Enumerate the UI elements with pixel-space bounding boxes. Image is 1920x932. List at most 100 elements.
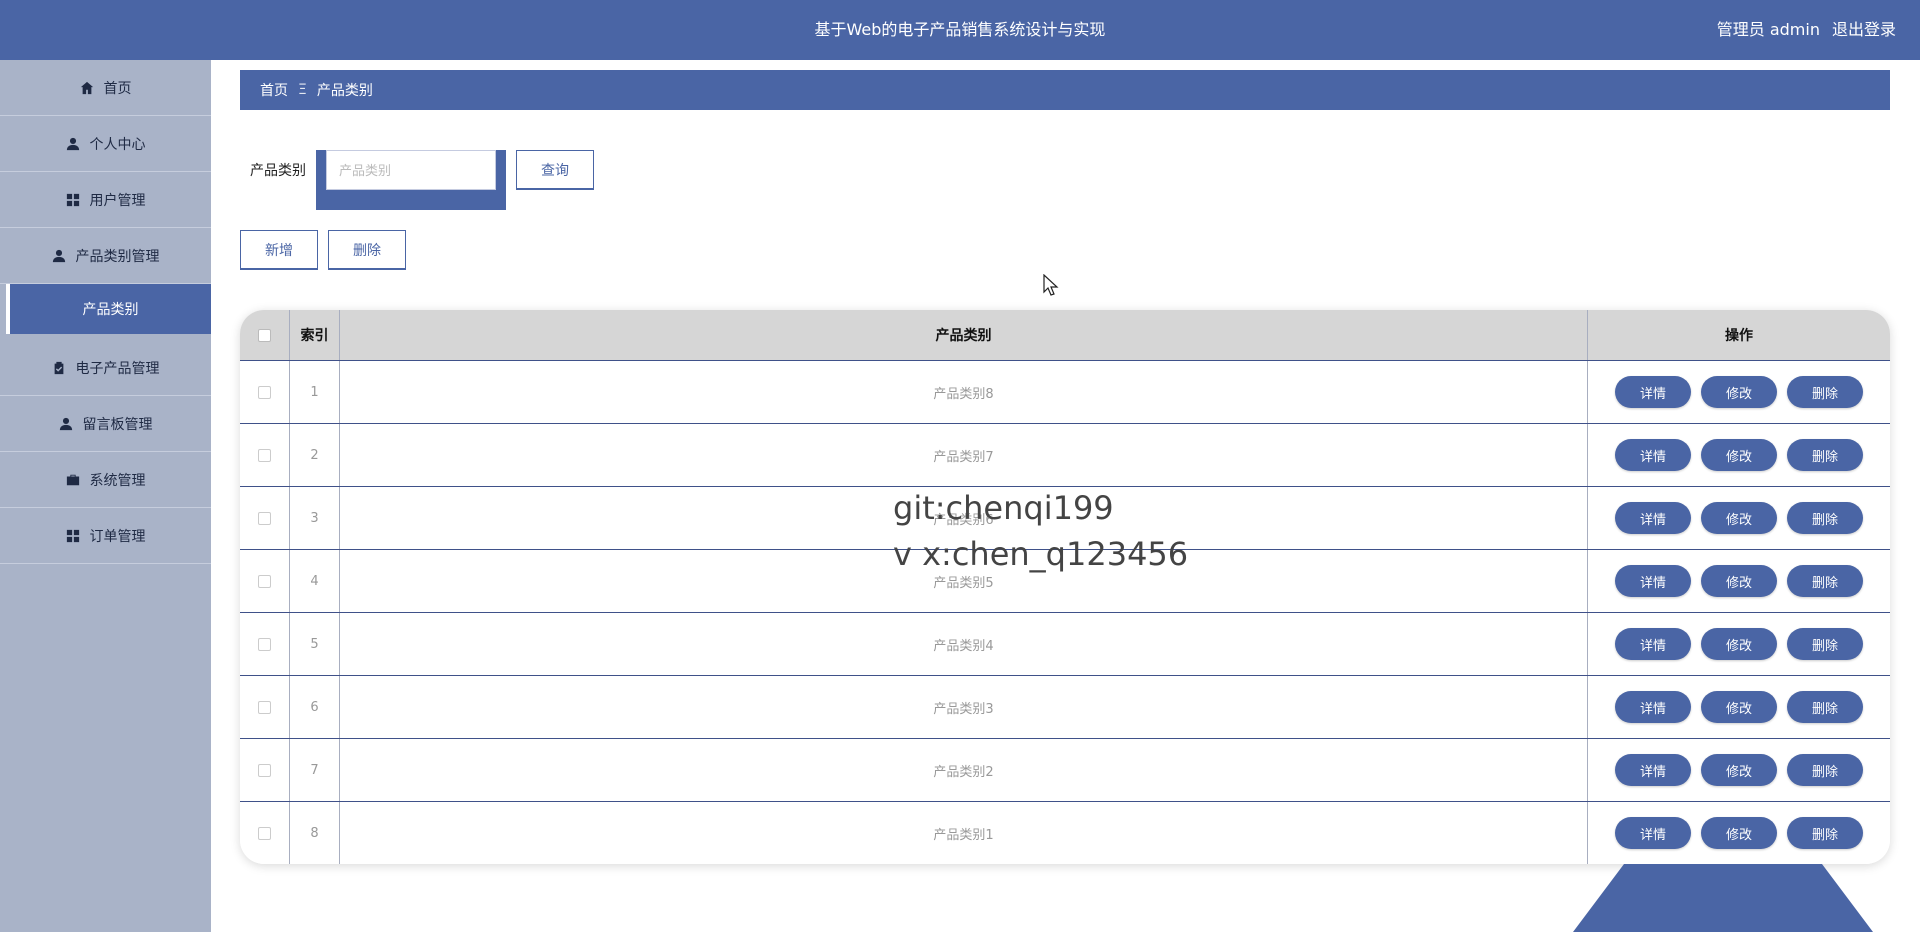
row-category-name: 产品类别8 — [340, 361, 1588, 423]
category-table: 索引 产品类别 操作 1 产品类别8 详情 修改 删除 2 产品类别7 详情 修改 删除 3 产品类别… — [240, 310, 1890, 864]
sidebar-item-messages[interactable]: 留言板管理 — [0, 396, 211, 452]
logout-link[interactable]: 退出登录 — [1832, 0, 1896, 60]
sidebar: 首页 个人中心 用户管理 产品类别管理 产品类别 电子产品管理 留言板管理 系统… — [0, 60, 211, 932]
row-index: 4 — [290, 550, 340, 612]
row-actions: 详情 修改 删除 — [1588, 676, 1890, 738]
detail-button[interactable]: 详情 — [1615, 628, 1691, 660]
sidebar-subitem-category[interactable]: 产品类别 — [6, 284, 211, 334]
row-checkbox[interactable] — [258, 700, 271, 714]
row-category-name: 产品类别1 — [340, 802, 1588, 864]
sidebar-item-label: 首页 — [103, 80, 132, 97]
breadcrumb-home[interactable]: 首页 — [260, 80, 288, 100]
row-actions: 详情 修改 删除 — [1588, 739, 1890, 801]
sidebar-item-products[interactable]: 电子产品管理 — [0, 340, 211, 396]
sidebar-item-label: 产品类别 — [82, 302, 139, 318]
top-header: 基于Web的电子产品销售系统设计与实现 管理员 admin 退出登录 — [0, 0, 1920, 60]
sidebar-item-category-manage[interactable]: 产品类别管理 — [0, 228, 211, 284]
row-check-cell — [240, 676, 290, 738]
row-index: 6 — [290, 676, 340, 738]
delete-button[interactable]: 删除 — [1787, 502, 1863, 534]
edit-button[interactable]: 修改 — [1701, 628, 1777, 660]
row-checkbox[interactable] — [258, 637, 271, 651]
row-index: 8 — [290, 802, 340, 864]
row-check-cell — [240, 613, 290, 675]
breadcrumb-current: 产品类别 — [316, 83, 373, 99]
clipboard-icon — [54, 361, 63, 374]
briefcase-icon — [66, 474, 79, 485]
table-row: 8 产品类别1 详情 修改 删除 — [240, 801, 1890, 864]
row-category-name: 产品类别7 — [340, 424, 1588, 486]
delete-button[interactable]: 删除 — [1787, 376, 1863, 408]
table-row: 1 产品类别8 详情 修改 删除 — [240, 360, 1890, 423]
row-checkbox[interactable] — [258, 574, 271, 588]
grid-icon — [66, 529, 79, 542]
delete-button[interactable]: 删除 — [1787, 754, 1863, 786]
delete-button[interactable]: 删除 — [1787, 439, 1863, 471]
row-checkbox[interactable] — [258, 385, 271, 399]
sidebar-item-label: 电子产品管理 — [75, 360, 160, 377]
user-icon — [66, 137, 79, 150]
row-category-name: 产品类别2 — [340, 739, 1588, 801]
delete-button[interactable]: 删除 — [1787, 628, 1863, 660]
table-row: 6 产品类别3 详情 修改 删除 — [240, 675, 1890, 738]
row-check-cell — [240, 550, 290, 612]
detail-button[interactable]: 详情 — [1615, 502, 1691, 534]
row-checkbox[interactable] — [258, 763, 271, 777]
detail-button[interactable]: 详情 — [1615, 565, 1691, 597]
row-index: 7 — [290, 739, 340, 801]
row-category-name: 产品类别5 — [340, 550, 1588, 612]
home-icon — [80, 81, 93, 94]
sidebar-item-label: 用户管理 — [89, 192, 146, 209]
table-header: 索引 产品类别 操作 — [240, 310, 1890, 360]
detail-button[interactable]: 详情 — [1615, 817, 1691, 849]
row-check-cell — [240, 487, 290, 549]
table-row: 5 产品类别4 详情 修改 删除 — [240, 612, 1890, 675]
table-row: 7 产品类别2 详情 修改 删除 — [240, 738, 1890, 801]
add-button[interactable]: 新增 — [240, 230, 318, 270]
batch-delete-button[interactable]: 删除 — [328, 230, 406, 270]
edit-button[interactable]: 修改 — [1701, 502, 1777, 534]
breadcrumb: 首页 Ξ 产品类别 — [240, 70, 1890, 110]
search-label: 产品类别 — [250, 163, 306, 179]
edit-button[interactable]: 修改 — [1701, 691, 1777, 723]
detail-button[interactable]: 详情 — [1615, 691, 1691, 723]
row-checkbox[interactable] — [258, 826, 271, 840]
row-check-cell — [240, 802, 290, 864]
row-actions: 详情 修改 删除 — [1588, 613, 1890, 675]
app-title: 基于Web的电子产品销售系统设计与实现 — [814, 20, 1106, 39]
edit-button[interactable]: 修改 — [1701, 817, 1777, 849]
mouse-cursor-icon — [1043, 274, 1059, 296]
edit-button[interactable]: 修改 — [1701, 439, 1777, 471]
row-checkbox[interactable] — [258, 448, 271, 462]
sidebar-item-orders[interactable]: 订单管理 — [0, 508, 211, 564]
edit-button[interactable]: 修改 — [1701, 565, 1777, 597]
row-category-name: 产品类别3 — [340, 676, 1588, 738]
select-all-checkbox[interactable] — [258, 328, 271, 342]
row-checkbox[interactable] — [258, 511, 271, 525]
sidebar-item-users[interactable]: 用户管理 — [0, 172, 211, 228]
sidebar-item-system[interactable]: 系统管理 — [0, 452, 211, 508]
grid-icon — [66, 193, 79, 206]
search-input-frame — [316, 150, 506, 210]
row-actions: 详情 修改 删除 — [1588, 802, 1890, 864]
row-category-name: 产品类别6 — [340, 487, 1588, 549]
detail-button[interactable]: 详情 — [1615, 754, 1691, 786]
row-index: 1 — [290, 361, 340, 423]
sidebar-item-profile[interactable]: 个人中心 — [0, 116, 211, 172]
delete-button[interactable]: 删除 — [1787, 565, 1863, 597]
delete-button[interactable]: 删除 — [1787, 817, 1863, 849]
edit-button[interactable]: 修改 — [1701, 376, 1777, 408]
header-op: 操作 — [1725, 328, 1753, 344]
table-row: 4 产品类别5 详情 修改 删除 — [240, 549, 1890, 612]
user-icon — [59, 417, 72, 430]
header-index: 索引 — [290, 310, 340, 360]
detail-button[interactable]: 详情 — [1615, 439, 1691, 471]
edit-button[interactable]: 修改 — [1701, 754, 1777, 786]
detail-button[interactable]: 详情 — [1615, 376, 1691, 408]
query-button[interactable]: 查询 — [516, 150, 594, 190]
search-input[interactable] — [326, 150, 496, 190]
sidebar-item-home[interactable]: 首页 — [0, 60, 211, 116]
row-check-cell — [240, 361, 290, 423]
admin-label: 管理员 admin — [1716, 20, 1820, 39]
delete-button[interactable]: 删除 — [1787, 691, 1863, 723]
